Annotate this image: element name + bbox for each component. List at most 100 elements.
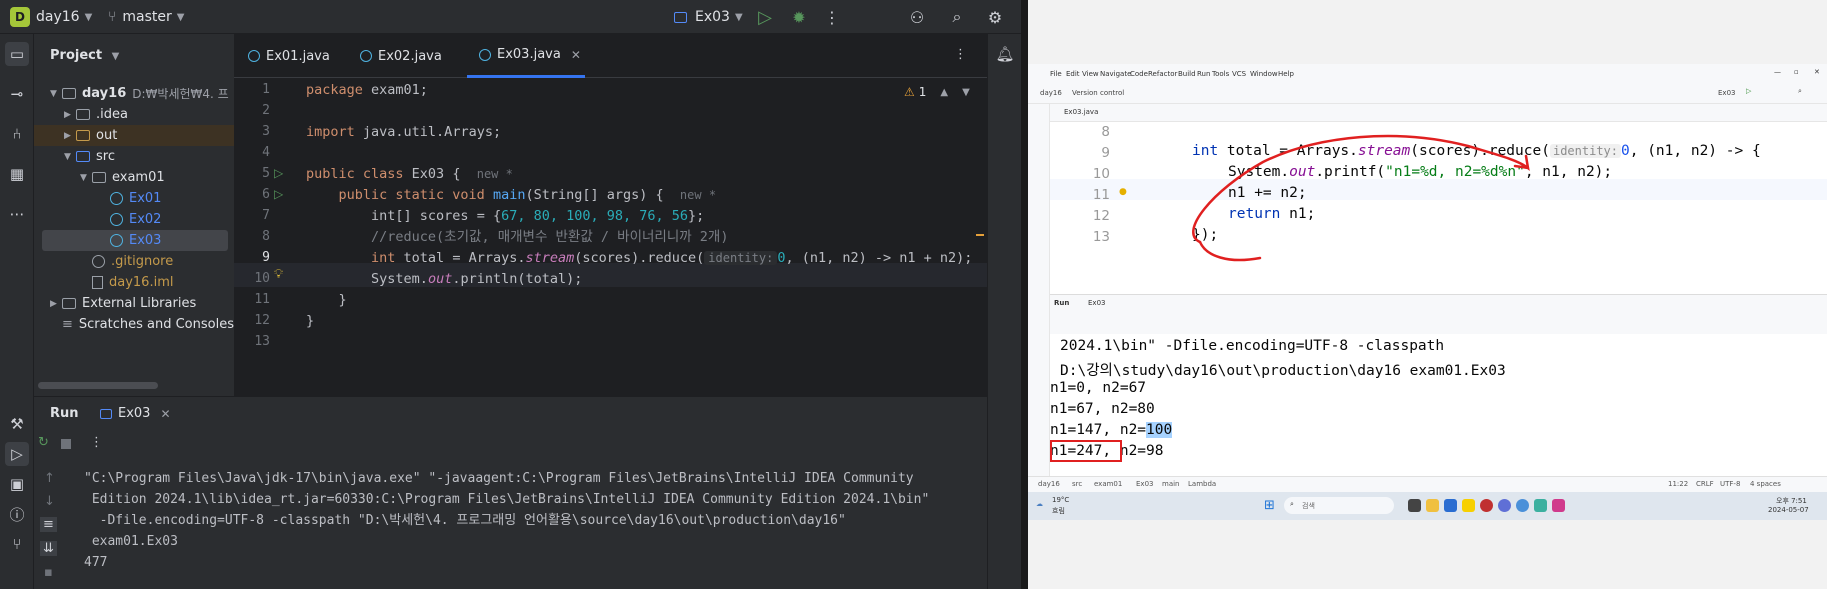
soft-wrap-icon[interactable]: ≡: [40, 517, 57, 532]
menu-item[interactable]: View: [1082, 70, 1099, 78]
breadcrumb-item[interactable]: exam01: [1094, 480, 1122, 488]
tree-item-day16[interactable]: ▼ day16 D:₩박세헌₩4. 프: [50, 83, 234, 104]
code-text: , (n1, n2) -> n1 + n2);: [785, 250, 973, 266]
tab-ex01[interactable]: Ex01.java: [248, 34, 330, 78]
run-icon[interactable]: ▷: [1746, 87, 1751, 95]
bulb-icon[interactable]: 💡︎: [274, 263, 283, 287]
breadcrumb-item[interactable]: Lambda: [1188, 480, 1216, 488]
project-name[interactable]: day16: [1040, 89, 1062, 97]
start-icon[interactable]: ⊞: [1264, 498, 1275, 513]
tree-item-external-libraries[interactable]: ▶ External Libraries: [50, 293, 196, 314]
debug-icon[interactable]: ✹: [787, 5, 811, 29]
menu-item[interactable]: Build: [1178, 70, 1196, 78]
menu-item[interactable]: Window: [1250, 70, 1278, 78]
menu-item[interactable]: Tools: [1212, 70, 1229, 78]
menu-item[interactable]: File: [1050, 70, 1062, 78]
print-icon[interactable]: ▪: [44, 565, 53, 580]
tree-item-day16-iml[interactable]: day16.iml: [92, 272, 173, 293]
run-tab-ex03[interactable]: Ex03 ✕: [100, 406, 171, 421]
breadcrumb-item[interactable]: src: [1072, 480, 1082, 488]
rerun-icon[interactable]: ↻: [38, 435, 49, 450]
tree-item-src[interactable]: ▼ src: [64, 146, 115, 167]
close-icon[interactable]: ✕: [160, 407, 170, 421]
pull-requests-icon[interactable]: ⑃: [5, 122, 29, 146]
search-icon[interactable]: ⌕: [1798, 87, 1802, 96]
vcs-label[interactable]: Version control: [1072, 89, 1124, 97]
menu-item[interactable]: Edit: [1066, 70, 1080, 78]
project-selector[interactable]: D day16 ▼: [10, 0, 92, 34]
more-icon[interactable]: ⋮: [820, 5, 844, 29]
chrome-icon[interactable]: [1516, 499, 1529, 512]
tree-item-idea[interactable]: ▶ .idea: [64, 104, 128, 125]
encoding[interactable]: UTF-8: [1720, 480, 1740, 488]
tree-item-gitignore[interactable]: .gitignore: [92, 251, 173, 272]
tree-item-out[interactable]: ▶ out: [34, 125, 234, 146]
tab-ex02[interactable]: Ex02.java: [360, 34, 442, 78]
menu-item[interactable]: Help: [1278, 70, 1294, 78]
terminal-icon[interactable]: ▣: [5, 472, 29, 496]
close-icon[interactable]: ✕: [1814, 68, 1820, 76]
run-main-icon[interactable]: ▷: [274, 187, 283, 201]
console-output[interactable]: "C:\Program Files\Java\jdk-17\bin\java.e…: [84, 467, 984, 589]
scroll-to-end-icon[interactable]: ⇊: [40, 541, 57, 556]
close-icon[interactable]: ✕: [571, 48, 581, 62]
app-icon[interactable]: [1480, 499, 1493, 512]
app-icon[interactable]: [1498, 499, 1511, 512]
maximize-icon[interactable]: ▫: [1794, 68, 1799, 76]
notifications-icon[interactable]: 🔔︎: [993, 42, 1017, 66]
more-icon[interactable]: ⋮: [90, 435, 103, 450]
line-separator[interactable]: CRLF: [1696, 480, 1714, 488]
breadcrumb-item[interactable]: Ex03: [1136, 480, 1153, 488]
commit-icon[interactable]: ⊸: [5, 82, 29, 106]
app-icon[interactable]: [1534, 499, 1547, 512]
project-tool-icon[interactable]: ▭: [5, 42, 29, 66]
arrow-down-icon[interactable]: ↓: [44, 494, 55, 509]
tab-ex03[interactable]: Ex03.java: [1064, 108, 1098, 116]
intellij-icon[interactable]: [1552, 499, 1565, 512]
structure-icon[interactable]: ▦: [5, 162, 29, 186]
menu-item[interactable]: VCS: [1232, 70, 1246, 78]
gear-icon[interactable]: ⚙: [983, 5, 1007, 29]
horizontal-scrollbar[interactable]: [38, 382, 158, 389]
menu-item[interactable]: Navigate: [1100, 70, 1131, 78]
more-tools-icon[interactable]: ⋯: [5, 202, 29, 226]
run-tool-icon[interactable]: ▷: [5, 442, 29, 466]
menu-item[interactable]: Refactor: [1148, 70, 1177, 78]
run-config-selector[interactable]: Ex03 ▼: [674, 0, 743, 34]
tree-item-ex01[interactable]: Ex01: [110, 188, 161, 209]
caret-position[interactable]: 11:22: [1668, 480, 1688, 488]
run-icon[interactable]: ▷: [753, 5, 777, 29]
app-icon[interactable]: [1444, 499, 1457, 512]
taskbar-search[interactable]: ⌕ 검색: [1284, 497, 1394, 514]
arrow-up-icon[interactable]: ↑: [44, 471, 55, 486]
tabs-more-icon[interactable]: ⋮: [954, 47, 967, 62]
branch-selector[interactable]: ⑂ master ▼: [108, 0, 184, 34]
breadcrumb-item[interactable]: main: [1162, 480, 1180, 488]
tree-item-ex03[interactable]: Ex03: [42, 230, 228, 251]
code-area[interactable]: package exam01; import java.util.Arrays;…: [306, 78, 986, 396]
explorer-icon[interactable]: [1426, 499, 1439, 512]
tree-item-exam01[interactable]: ▼ exam01: [80, 167, 165, 188]
line-number: 4: [262, 145, 270, 160]
taskview-icon[interactable]: [1408, 499, 1421, 512]
menu-item[interactable]: Run: [1197, 70, 1210, 78]
tree-item-scratches[interactable]: ≡ Scratches and Consoles: [62, 314, 234, 335]
run-tab-ex03[interactable]: Ex03: [1088, 299, 1105, 307]
add-user-icon[interactable]: ⚇: [905, 5, 929, 29]
indent[interactable]: 4 spaces: [1750, 480, 1781, 488]
project-panel-header[interactable]: Project ▼: [50, 48, 119, 63]
stop-icon[interactable]: [61, 439, 71, 449]
run-class-icon[interactable]: ▷: [274, 166, 283, 180]
tree-item-ex02[interactable]: Ex02: [110, 209, 161, 230]
build-icon[interactable]: ⚒: [5, 412, 29, 436]
git-icon[interactable]: ⑂: [5, 532, 29, 556]
bulb-icon[interactable]: ●: [1119, 187, 1127, 197]
kakaotalk-icon[interactable]: [1462, 499, 1475, 512]
minimize-icon[interactable]: —: [1774, 68, 1781, 76]
run-config-name[interactable]: Ex03: [1718, 89, 1735, 97]
search-icon[interactable]: ⌕: [945, 5, 969, 29]
breadcrumb-item[interactable]: day16: [1038, 480, 1060, 488]
problems-icon[interactable]: ⓘ: [5, 502, 29, 526]
tab-ex03[interactable]: Ex03.java ✕: [467, 34, 585, 78]
menu-item[interactable]: Code: [1130, 70, 1148, 78]
